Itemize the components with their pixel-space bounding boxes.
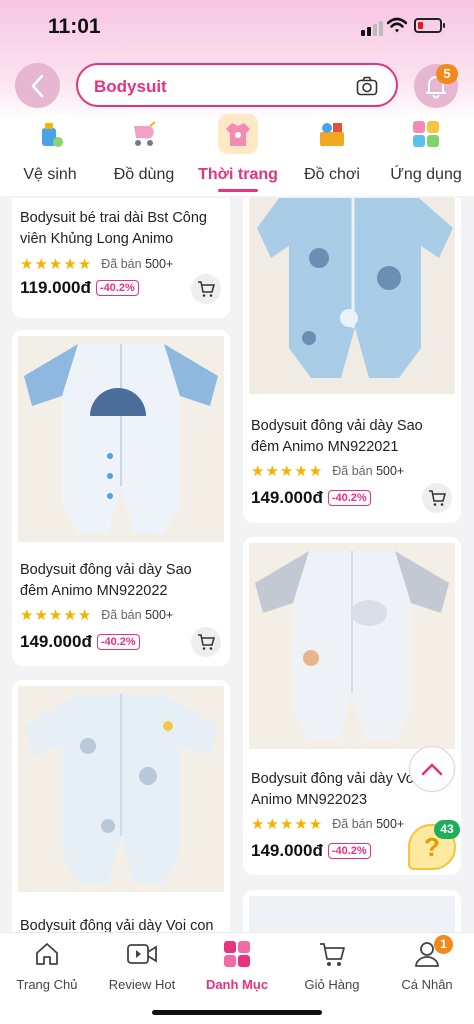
clothing-icon xyxy=(218,114,258,154)
wifi-icon xyxy=(387,17,407,33)
nav-review-hot[interactable]: Review Hot xyxy=(95,939,189,992)
nav-label: Trang Chủ xyxy=(16,977,78,992)
tab-ung-dung[interactable]: Ứng dụng xyxy=(381,114,471,184)
product-title: Bodysuit bé trai dài Bst Công viên Khủng… xyxy=(20,210,207,247)
tab-label: Vệ sinh xyxy=(23,166,77,183)
product-card[interactable]: Bodysuit bé trai dài Bst Công viên Khủng… xyxy=(12,198,230,318)
sold-label: Đã bán 500+ xyxy=(101,257,174,271)
rating-stars: ★ ★ ★ ★ ★ Đã bán 500+ xyxy=(20,607,174,624)
add-to-cart-button[interactable] xyxy=(422,483,452,513)
tab-label: Đồ dùng xyxy=(113,166,175,183)
nav-label: Cá Nhân xyxy=(401,977,453,992)
product-price: 119.000đ -40.2% xyxy=(20,278,139,298)
chevron-up-icon xyxy=(421,763,443,776)
product-title: Bodysuit đông vải dày Sao đêm Animo MN92… xyxy=(251,418,423,455)
search-input[interactable]: Bodysuit xyxy=(76,63,398,107)
sold-label: Đã bán 500+ xyxy=(332,817,405,831)
video-icon xyxy=(127,944,157,964)
home-icon xyxy=(36,943,58,965)
sold-label: Đã bán 500+ xyxy=(332,464,405,478)
product-image xyxy=(249,543,455,749)
tab-thoi-trang[interactable]: Thời trang xyxy=(193,114,283,192)
discount-badge: -40.2% xyxy=(95,280,139,296)
product-price: 149.000đ -40.2% xyxy=(251,488,371,508)
sold-label: Đã bán 500+ xyxy=(101,608,174,622)
profile-badge: 1 xyxy=(434,935,453,954)
apps-icon xyxy=(406,114,446,154)
product-price: 149.000đ -40.2% xyxy=(20,632,140,652)
cart-icon xyxy=(429,490,446,506)
nav-label: Danh Mục xyxy=(205,977,269,992)
rating-stars: ★ ★ ★ ★ ★ Đã bán 500+ xyxy=(251,816,405,833)
add-to-cart-button[interactable] xyxy=(191,274,221,304)
product-price: 149.000đ -40.2% xyxy=(251,841,371,861)
discount-badge: -40.2% xyxy=(327,843,371,859)
camera-icon[interactable] xyxy=(356,76,378,96)
nav-category[interactable]: Danh Mục xyxy=(190,939,284,992)
tab-do-dung[interactable]: Đồ dùng xyxy=(99,114,189,184)
discount-badge: -40.2% xyxy=(96,634,140,650)
status-bar: 11:01 xyxy=(0,0,474,52)
product-title: Bodysuit đông vải dày Sao đêm Animo MN92… xyxy=(20,562,192,599)
cleaning-icon xyxy=(30,114,70,154)
tab-do-choi[interactable]: Đồ chơi xyxy=(287,114,377,184)
add-to-cart-button[interactable] xyxy=(191,627,221,657)
product-card[interactable]: Bodysuit đông vải dày Sao đêm Animo MN92… xyxy=(12,330,230,666)
cart-icon xyxy=(320,943,345,966)
category-tabs: Vệ sinh Đồ dùng Thời trang Đồ chơi Ứng d… xyxy=(0,114,474,198)
tab-ve-sinh[interactable]: Vệ sinh xyxy=(5,114,95,184)
product-card[interactable] xyxy=(243,890,461,932)
signal-icon xyxy=(361,21,383,36)
notification-count-badge: 5 xyxy=(436,64,458,84)
nav-home[interactable]: Trang Chủ xyxy=(0,939,94,992)
active-tab-indicator xyxy=(218,189,258,192)
stroller-icon xyxy=(124,114,164,154)
tab-label: Thời trang xyxy=(198,166,278,183)
home-indicator xyxy=(152,1010,322,1015)
rating-stars: ★ ★ ★ ★ ★ Đã bán 500+ xyxy=(251,463,405,480)
battery-icon xyxy=(414,18,445,33)
rating-stars: ★ ★ ★ ★ ★ Đã bán 500+ xyxy=(20,256,174,273)
product-image xyxy=(249,896,455,932)
product-card[interactable]: Bodysuit đông vải dày Voi con xyxy=(12,680,230,932)
cart-icon xyxy=(198,634,215,650)
nav-profile[interactable]: Cá Nhân xyxy=(380,939,474,992)
back-button[interactable] xyxy=(15,63,60,108)
tab-label: Ứng dụng xyxy=(390,166,462,183)
search-query: Bodysuit xyxy=(94,77,167,96)
product-card[interactable]: Bodysuit đông vải dày Sao đêm Animo MN92… xyxy=(243,198,461,523)
product-image xyxy=(18,336,224,542)
scroll-to-top-button[interactable] xyxy=(409,746,455,792)
product-title: Bodysuit đông vải dày Voi con xyxy=(20,918,214,932)
tab-label: Đồ chơi xyxy=(304,166,360,183)
nav-label: Review Hot xyxy=(108,977,176,992)
product-image xyxy=(18,686,224,892)
chevron-left-icon xyxy=(31,74,43,97)
product-image xyxy=(249,198,455,394)
nav-label: Giỏ Hàng xyxy=(304,977,360,992)
toys-icon xyxy=(312,114,352,154)
help-count-badge: 43 xyxy=(434,820,460,839)
nav-cart[interactable]: Giỏ Hàng xyxy=(285,939,379,992)
status-time: 11:01 xyxy=(48,15,101,38)
category-icon xyxy=(224,941,250,967)
cart-icon xyxy=(198,281,215,297)
discount-badge: -40.2% xyxy=(327,490,371,506)
